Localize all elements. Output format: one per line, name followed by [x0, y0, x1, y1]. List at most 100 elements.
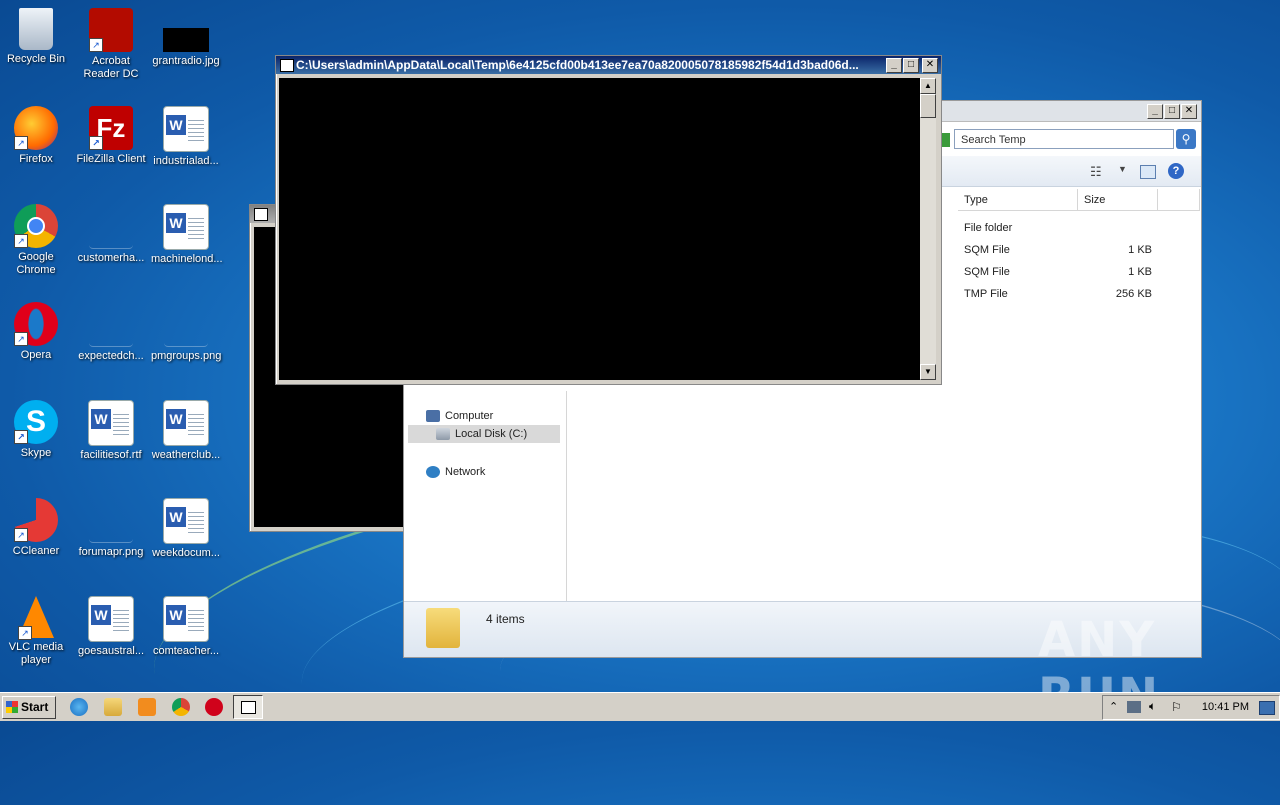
item-count: 4 items: [486, 612, 525, 626]
desktop-icon-machinelond[interactable]: W machinelond...: [151, 204, 223, 266]
refresh-icon[interactable]: [942, 133, 950, 147]
nav-label: Local Disk (C:): [455, 428, 528, 440]
word-doc-icon: W: [163, 204, 209, 250]
desktop-icon-ccleaner[interactable]: ↗ CCleaner: [1, 498, 71, 558]
opera-icon[interactable]: [205, 698, 223, 716]
desktop-icon-weatherclub[interactable]: W weatherclub...: [151, 400, 221, 462]
image-file-icon: [163, 28, 209, 52]
column-header-extra[interactable]: [1158, 189, 1200, 211]
file-row-size: 1 KB: [1128, 244, 1152, 256]
file-row-type[interactable]: SQM File: [964, 266, 1010, 278]
start-button[interactable]: Start: [2, 696, 56, 719]
volume-icon[interactable]: 🔈︎: [1149, 699, 1156, 714]
desktop-icon-label: industrialad...: [153, 155, 219, 167]
desktop-icon-label: Recycle Bin: [6, 53, 66, 65]
desktop-icon-pmgroups[interactable]: pmgroups.png: [151, 302, 221, 363]
system-tray: ⌃ 🔈︎ ⚐ 10:41 PM: [1102, 695, 1280, 720]
desktop-icon-comteacher[interactable]: W comteacher...: [151, 596, 221, 658]
network-status-icon[interactable]: [1127, 701, 1141, 713]
close-button[interactable]: ✕: [1181, 104, 1197, 119]
file-row-size: 256 KB: [1115, 288, 1152, 300]
close-button[interactable]: ✕: [922, 58, 938, 73]
nav-label: Computer: [445, 410, 494, 422]
desktop-icon-expectedch[interactable]: expectedch...: [76, 302, 146, 363]
search-input[interactable]: Search Temp: [954, 129, 1174, 149]
desktop-icon-label: Opera: [20, 349, 52, 361]
desktop-icon-industrialad[interactable]: W industrialad...: [151, 106, 221, 168]
desktop-icon-filezilla[interactable]: Fz ↗ FileZilla Client: [76, 106, 146, 166]
desktop-icon-label: Acrobat Reader DC: [83, 55, 139, 80]
file-row-type[interactable]: SQM File: [964, 244, 1010, 256]
taskbar-console-button[interactable]: [233, 695, 263, 719]
console-scrollbar[interactable]: ▲ ▼: [920, 78, 936, 380]
word-doc-icon: W: [163, 498, 209, 544]
navigation-pane: Computer Local Disk (C:) Network: [404, 391, 567, 601]
console-window[interactable]: C:\Users\admin\AppData\Local\Temp\6e4125…: [275, 55, 942, 385]
nav-item-local-disk[interactable]: Local Disk (C:): [408, 425, 560, 443]
vlc-icon: ↗: [18, 596, 54, 640]
desktop-icon-opera[interactable]: ↗ Opera: [1, 302, 71, 362]
help-icon[interactable]: ?: [1168, 163, 1184, 179]
desktop-icon-firefox[interactable]: ↗ Firefox: [1, 106, 71, 166]
desktop-icon-weekdocum[interactable]: W weekdocum...: [151, 498, 221, 560]
scroll-thumb[interactable]: [920, 94, 936, 118]
nav-item-computer[interactable]: Computer: [426, 407, 493, 425]
minimize-button[interactable]: _: [1147, 104, 1163, 119]
show-hidden-icons-icon[interactable]: ⌃: [1109, 700, 1118, 713]
media-player-icon[interactable]: [138, 698, 156, 716]
file-row-type[interactable]: TMP File: [964, 288, 1008, 300]
maximize-button[interactable]: □: [1164, 104, 1180, 119]
desktop-icon-skype[interactable]: S ↗ Skype: [1, 400, 71, 460]
column-header-size[interactable]: Size: [1078, 189, 1158, 211]
desktop-icon-acrobat[interactable]: ↗ Acrobat Reader DC: [76, 8, 146, 81]
minimize-button[interactable]: _: [886, 58, 902, 73]
desktop-icon-label: pmgroups.png: [151, 350, 222, 362]
desktop-icon-label: customerha...: [77, 252, 145, 264]
desktop-icon-label: goesaustral...: [77, 645, 145, 657]
console-output[interactable]: [279, 78, 920, 380]
filezilla-icon: Fz ↗: [89, 106, 133, 150]
scroll-down-button[interactable]: ▼: [920, 364, 936, 380]
column-header-type[interactable]: Type: [958, 189, 1078, 211]
desktop-icon-grantradio[interactable]: grantradio.jpg: [151, 8, 221, 68]
desktop-icon-chrome[interactable]: ↗ Google Chrome: [1, 204, 71, 277]
folder-icon: [426, 608, 460, 648]
scroll-up-button[interactable]: ▲: [920, 78, 936, 94]
search-icon[interactable]: ⚲: [1176, 129, 1196, 149]
maximize-button[interactable]: □: [903, 58, 919, 73]
preview-pane-icon[interactable]: [1140, 165, 1156, 179]
file-row-type[interactable]: File folder: [964, 222, 1012, 234]
console-icon: [241, 701, 256, 714]
windows-flag-icon: [6, 701, 18, 713]
show-desktop-icon[interactable]: [1259, 701, 1275, 715]
desktop-icon-label: expectedch...: [78, 350, 144, 362]
clock[interactable]: 10:41 PM: [1202, 696, 1249, 719]
desktop-icon-vlc[interactable]: ↗ VLC media player: [1, 596, 71, 667]
desktop-icon-goesaustral[interactable]: W goesaustral...: [76, 596, 146, 658]
internet-explorer-icon[interactable]: [70, 698, 88, 716]
action-center-flag-icon[interactable]: ⚐: [1171, 700, 1182, 714]
nav-item-network[interactable]: Network: [426, 463, 485, 481]
desktop-icon-label: FileZilla Client: [76, 153, 146, 165]
desktop-icon-label: weekdocum...: [152, 547, 220, 559]
desktop-icon-label: forumapr.png: [78, 546, 144, 558]
desktop-icon-forumapr[interactable]: forumapr.png: [76, 498, 146, 559]
console-titlebar[interactable]: C:\Users\admin\AppData\Local\Temp\6e4125…: [276, 56, 941, 74]
network-icon: [426, 466, 440, 479]
taskbar: Start ⌃ 🔈︎ ⚐ 10:41 PM: [0, 692, 1280, 721]
desktop-icon-recycle-bin[interactable]: Recycle Bin: [1, 8, 71, 66]
word-doc-icon: W: [88, 400, 134, 446]
chrome-icon[interactable]: [172, 698, 190, 716]
desktop-icon-label: facilitiesof.rtf: [80, 449, 142, 461]
chevron-down-icon[interactable]: ▼: [1118, 164, 1127, 174]
word-doc-icon: W: [163, 106, 209, 152]
file-icon: [89, 302, 133, 347]
desktop-icon-facilitiesof[interactable]: W facilitiesof.rtf: [76, 400, 146, 462]
file-explorer-icon[interactable]: [104, 698, 122, 716]
nav-label: Network: [445, 466, 486, 478]
desktop-icon-customerha[interactable]: customerha...: [76, 204, 146, 265]
view-options-icon[interactable]: ☷: [1090, 164, 1102, 180]
image-file-icon: [89, 498, 133, 543]
file-row-size: 1 KB: [1128, 266, 1152, 278]
console-title: C:\Users\admin\AppData\Local\Temp\6e4125…: [296, 58, 859, 72]
